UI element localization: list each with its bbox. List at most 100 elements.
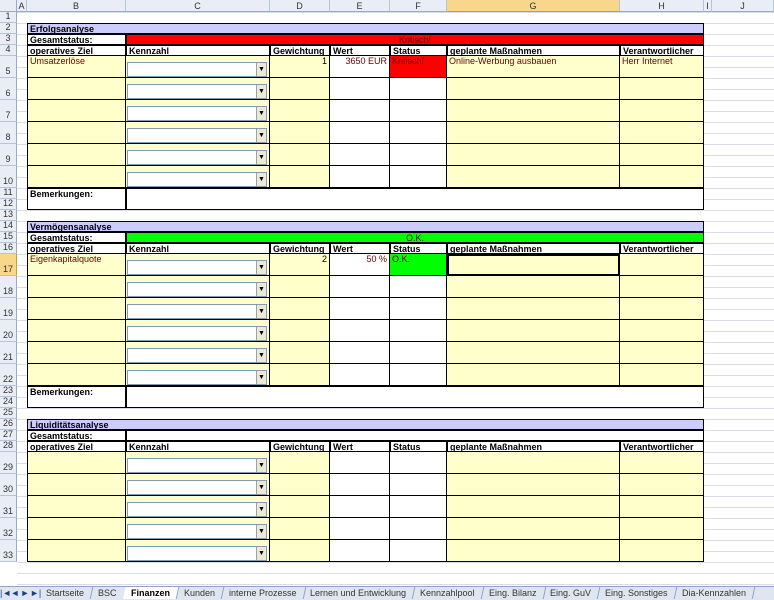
massnahmen-cell[interactable]	[447, 298, 620, 320]
gewichtung-cell[interactable]	[270, 320, 330, 342]
operatives-ziel-cell[interactable]	[27, 518, 126, 540]
operatives-ziel-cell[interactable]	[27, 298, 126, 320]
operatives-ziel-cell[interactable]	[27, 166, 126, 188]
column-header[interactable]: H	[620, 0, 704, 12]
row-header[interactable]: 16	[0, 242, 17, 254]
gewichtung-cell[interactable]	[270, 144, 330, 166]
row-header[interactable]: 21	[0, 342, 17, 364]
kennzahl-dropdown[interactable]: ▼	[127, 458, 267, 473]
sheet-tab[interactable]: Dia-Kennzahlen	[673, 587, 756, 599]
bemerkungen-input[interactable]	[126, 386, 704, 408]
row-header[interactable]: 20	[0, 320, 17, 342]
gewichtung-cell[interactable]	[270, 298, 330, 320]
chevron-down-icon[interactable]: ▼	[256, 371, 266, 384]
gewichtung-cell[interactable]	[270, 364, 330, 386]
verantwortlicher-cell[interactable]	[620, 276, 704, 298]
verantwortlicher-cell[interactable]	[620, 320, 704, 342]
row-header[interactable]: 7	[0, 100, 17, 122]
column-header[interactable]: B	[27, 0, 126, 12]
verantwortlicher-cell[interactable]	[620, 364, 704, 386]
row-header[interactable]: 6	[0, 78, 17, 100]
kennzahl-dropdown[interactable]: ▼	[127, 370, 267, 385]
operatives-ziel-cell[interactable]	[27, 364, 126, 386]
column-header[interactable]: D	[270, 0, 330, 12]
operatives-ziel-cell[interactable]	[27, 276, 126, 298]
chevron-down-icon[interactable]: ▼	[256, 129, 266, 142]
massnahmen-cell[interactable]	[447, 78, 620, 100]
first-sheet-icon[interactable]: |◄	[0, 587, 11, 600]
sheet-tab[interactable]: Eing. Bilanz	[480, 587, 546, 599]
operatives-ziel-cell[interactable]	[27, 496, 126, 518]
verantwortlicher-cell[interactable]	[620, 254, 704, 276]
kennzahl-dropdown[interactable]: ▼	[127, 150, 267, 165]
verantwortlicher-cell[interactable]	[620, 122, 704, 144]
operatives-ziel-cell[interactable]	[27, 474, 126, 496]
gewichtung-cell[interactable]	[270, 342, 330, 364]
massnahmen-cell[interactable]	[447, 122, 620, 144]
column-header[interactable]: F	[390, 0, 447, 12]
next-sheet-icon[interactable]: ►	[20, 587, 30, 600]
sheet-tab[interactable]: Eing. Sonstiges	[597, 587, 678, 599]
row-header[interactable]: 4	[0, 44, 17, 56]
sheet-tab[interactable]: Kennzahlpool	[411, 587, 485, 599]
column-header[interactable]: G	[447, 0, 620, 12]
row-header[interactable]: 17	[0, 254, 17, 276]
row-header[interactable]: 32	[0, 518, 17, 540]
column-header[interactable]: I	[704, 0, 712, 12]
massnahmen-cell[interactable]	[447, 518, 620, 540]
prev-sheet-icon[interactable]: ◄	[10, 587, 20, 600]
verantwortlicher-cell[interactable]	[620, 342, 704, 364]
kennzahl-dropdown[interactable]: ▼	[127, 282, 267, 297]
sheet-tab[interactable]: Lernen und Entwicklung	[301, 587, 416, 599]
chevron-down-icon[interactable]: ▼	[256, 547, 266, 560]
verantwortlicher-cell[interactable]: Herr Internet	[620, 56, 704, 78]
sheet-tab[interactable]: interne Prozesse	[220, 587, 306, 599]
massnahmen-cell[interactable]	[447, 320, 620, 342]
kennzahl-dropdown[interactable]: ▼	[127, 326, 267, 341]
verantwortlicher-cell[interactable]	[620, 166, 704, 188]
chevron-down-icon[interactable]: ▼	[256, 459, 266, 472]
verantwortlicher-cell[interactable]	[620, 144, 704, 166]
verantwortlicher-cell[interactable]	[620, 78, 704, 100]
kennzahl-dropdown[interactable]: ▼	[127, 524, 267, 539]
row-header[interactable]: 30	[0, 474, 17, 496]
kennzahl-dropdown[interactable]: ▼	[127, 260, 267, 275]
column-header[interactable]: E	[330, 0, 390, 12]
sheet-tab[interactable]: Eing. GuV	[542, 587, 601, 599]
sheet-tab[interactable]: BSC	[89, 587, 126, 599]
column-header[interactable]: C	[126, 0, 270, 12]
chevron-down-icon[interactable]: ▼	[256, 525, 266, 538]
massnahmen-cell[interactable]	[447, 540, 620, 562]
massnahmen-cell[interactable]	[447, 452, 620, 474]
chevron-down-icon[interactable]: ▼	[256, 305, 266, 318]
kennzahl-dropdown[interactable]: ▼	[127, 84, 267, 99]
verantwortlicher-cell[interactable]	[620, 540, 704, 562]
gewichtung-cell[interactable]	[270, 452, 330, 474]
verantwortlicher-cell[interactable]	[620, 474, 704, 496]
kennzahl-dropdown[interactable]: ▼	[127, 502, 267, 517]
spreadsheet-grid[interactable]: A B C D E F G H I J 1 2 3 4 5 6 7 8 9 10 11 12 13 14 15 16 17 18 19 2…	[0, 0, 774, 586]
chevron-down-icon[interactable]: ▼	[256, 85, 266, 98]
column-header[interactable]: A	[17, 0, 27, 12]
row-header[interactable]: 5	[0, 56, 17, 78]
kennzahl-dropdown[interactable]: ▼	[127, 62, 267, 77]
gewichtung-cell[interactable]	[270, 100, 330, 122]
chevron-down-icon[interactable]: ▼	[256, 327, 266, 340]
operatives-ziel-cell[interactable]	[27, 122, 126, 144]
gewichtung-cell[interactable]	[270, 166, 330, 188]
kennzahl-dropdown[interactable]: ▼	[127, 480, 267, 495]
gewichtung-cell[interactable]	[270, 78, 330, 100]
kennzahl-dropdown[interactable]: ▼	[127, 172, 267, 187]
chevron-down-icon[interactable]: ▼	[256, 481, 266, 494]
operatives-ziel-cell[interactable]	[27, 540, 126, 562]
row-header[interactable]: 22	[0, 364, 17, 386]
kennzahl-dropdown[interactable]: ▼	[127, 546, 267, 561]
kennzahl-dropdown[interactable]: ▼	[127, 348, 267, 363]
verantwortlicher-cell[interactable]	[620, 298, 704, 320]
massnahmen-cell[interactable]	[447, 364, 620, 386]
chevron-down-icon[interactable]: ▼	[256, 283, 266, 296]
chevron-down-icon[interactable]: ▼	[256, 503, 266, 516]
gewichtung-cell[interactable]: 1	[270, 56, 330, 78]
row-header[interactable]: 33	[0, 540, 17, 562]
operatives-ziel-cell[interactable]: Eigenkapitalquote	[27, 254, 126, 276]
